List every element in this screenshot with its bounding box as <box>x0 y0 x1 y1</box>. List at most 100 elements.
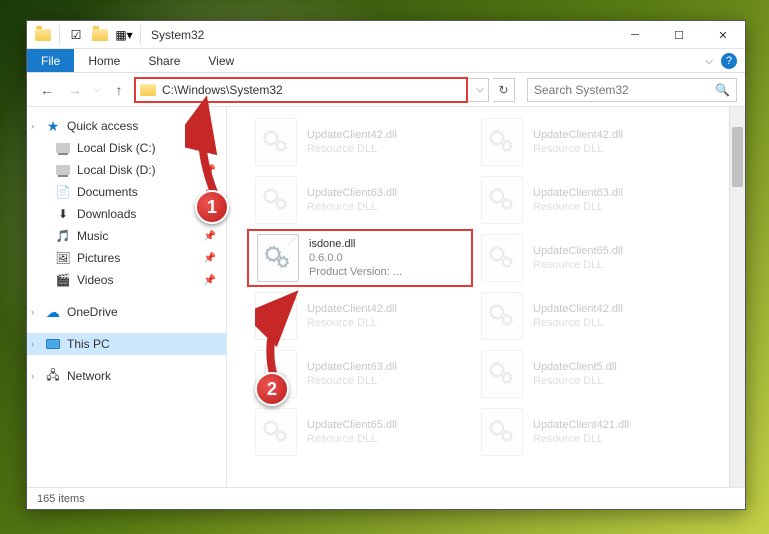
close-button[interactable]: ✕ <box>701 21 745 49</box>
sidebar-quick-access[interactable]: › ★ Quick access <box>27 115 226 137</box>
pictures-icon: 🖼 <box>55 250 71 266</box>
window-title: System32 <box>151 28 204 42</box>
file-type: Resource DLL <box>533 316 623 330</box>
search-box[interactable]: 🔍 <box>527 78 737 102</box>
file-name: UpdateClient65.dll <box>307 418 397 432</box>
file-info: UpdateClient5.dllResource DLL <box>533 360 617 389</box>
videos-icon: 🎬 <box>55 272 71 288</box>
file-name: UpdateClient65.dll <box>533 244 623 258</box>
properties-icon[interactable]: ☑ <box>66 25 86 45</box>
sidebar-item-music[interactable]: 🎵 Music 📌 <box>27 225 226 247</box>
back-button[interactable]: ← <box>35 78 59 102</box>
tab-share[interactable]: Share <box>134 49 194 72</box>
file-tile[interactable]: UpdateClient42.dllResource DLL <box>473 113 699 171</box>
dll-file-icon <box>255 176 297 224</box>
file-name: UpdateClient63.dll <box>533 186 623 200</box>
file-name: UpdateClient42.dll <box>533 302 623 316</box>
search-icon[interactable]: 🔍 <box>715 83 730 97</box>
documents-icon: 📄 <box>55 184 71 200</box>
chevron-right-icon[interactable]: › <box>31 371 34 381</box>
window-controls: ─ ☐ ✕ <box>613 21 745 49</box>
file-tile[interactable]: UpdateClient421.dllResource DLL <box>473 403 699 461</box>
address-bar[interactable]: C:\Windows\System32 ⌵ <box>135 78 489 102</box>
file-type: Resource DLL <box>307 432 397 446</box>
file-list[interactable]: UpdateClient42.dllResource DLLUpdateClie… <box>227 107 745 487</box>
file-info: UpdateClient421.dllResource DLL <box>533 418 629 447</box>
explorer-window: ☑ ▦▾ System32 ─ ☐ ✕ File Home Share View… <box>26 20 746 510</box>
file-product-version: Product Version: ... <box>309 265 402 279</box>
tab-view[interactable]: View <box>194 49 248 72</box>
file-type: Resource DLL <box>307 200 397 214</box>
sidebar-item-pictures[interactable]: 🖼 Pictures 📌 <box>27 247 226 269</box>
navigation-bar: ← → ⌵ ↑ C:\Windows\System32 ⌵ ↻ 🔍 <box>27 73 745 107</box>
pin-icon: 📌 <box>204 253 216 264</box>
sidebar-item-label: Downloads <box>77 207 136 221</box>
view-dropdown-icon[interactable]: ▦▾ <box>114 25 134 45</box>
scrollbar-thumb[interactable] <box>732 127 743 187</box>
sidebar-item-local-disk-c[interactable]: Local Disk (C:) 📌 <box>27 137 226 159</box>
sidebar-item-videos[interactable]: 🎬 Videos 📌 <box>27 269 226 291</box>
file-tile[interactable]: UpdateClient42.dllResource DLL <box>247 113 473 171</box>
sidebar-item-label: Videos <box>77 273 113 287</box>
dll-file-icon <box>255 292 297 340</box>
drive-icon <box>55 140 71 156</box>
file-name: UpdateClient63.dll <box>307 186 397 200</box>
file-tile-isdone[interactable]: isdone.dll0.6.0.0Product Version: ... <box>247 229 473 287</box>
search-input[interactable] <box>534 83 715 97</box>
pin-icon: 📌 <box>204 275 216 286</box>
file-name: isdone.dll <box>309 237 402 251</box>
music-icon: 🎵 <box>55 228 71 244</box>
sidebar-onedrive[interactable]: › ☁ OneDrive <box>27 301 226 323</box>
network-icon: 🖧 <box>45 368 61 384</box>
file-info: UpdateClient42.dllResource DLL <box>533 128 623 157</box>
recent-dropdown[interactable]: ⌵ <box>91 78 103 102</box>
address-path[interactable]: C:\Windows\System32 <box>160 83 472 97</box>
quick-access-toolbar: ☑ ▦▾ <box>27 25 143 45</box>
annotation-badge-1: 1 <box>195 190 229 224</box>
file-info: UpdateClient63.dllResource DLL <box>307 186 397 215</box>
sidebar-item-label: Documents <box>77 185 138 199</box>
chevron-right-icon[interactable]: › <box>31 307 34 317</box>
sidebar-item-label: Local Disk (D:) <box>77 163 156 177</box>
dll-file-icon <box>481 292 523 340</box>
pin-icon: 📌 <box>204 231 216 242</box>
file-info: UpdateClient63.dllResource DLL <box>533 186 623 215</box>
file-info: UpdateClient63.dllResource DLL <box>307 360 397 389</box>
cloud-icon: ☁ <box>45 304 61 320</box>
folder-icon <box>140 84 156 96</box>
file-tile[interactable]: UpdateClient42.dllResource DLL <box>247 287 473 345</box>
file-tile[interactable]: UpdateClient65.dllResource DLL <box>247 403 473 461</box>
forward-button[interactable]: → <box>63 78 87 102</box>
dll-file-icon <box>257 234 299 282</box>
file-tile[interactable]: UpdateClient63.dllResource DLL <box>473 171 699 229</box>
file-name: UpdateClient421.dll <box>533 418 629 432</box>
vertical-scrollbar[interactable] <box>729 107 745 487</box>
sidebar-item-local-disk-d[interactable]: Local Disk (D:) 📌 <box>27 159 226 181</box>
file-name: UpdateClient63.dll <box>307 360 397 374</box>
sidebar-item-label: Local Disk (C:) <box>77 141 156 155</box>
sidebar-this-pc[interactable]: › This PC <box>27 333 226 355</box>
tab-file[interactable]: File <box>27 49 74 72</box>
computer-icon <box>45 336 61 352</box>
file-tile[interactable]: UpdateClient5.dllResource DLL <box>473 345 699 403</box>
sidebar-network[interactable]: › 🖧 Network <box>27 365 226 387</box>
minimize-button[interactable]: ─ <box>613 21 657 49</box>
drive-icon <box>55 162 71 178</box>
file-tile[interactable]: UpdateClient65.dllResource DLL <box>473 229 699 287</box>
refresh-button[interactable]: ↻ <box>493 78 515 102</box>
file-type: Resource DLL <box>307 374 397 388</box>
help-icon[interactable]: ? <box>721 53 737 69</box>
chevron-right-icon[interactable]: › <box>31 339 34 349</box>
new-folder-icon[interactable] <box>90 25 110 45</box>
file-tile[interactable]: UpdateClient42.dllResource DLL <box>473 287 699 345</box>
up-button[interactable]: ↑ <box>107 78 131 102</box>
address-dropdown-icon[interactable]: ⌵ <box>472 84 488 95</box>
chevron-right-icon[interactable]: › <box>31 121 34 131</box>
dll-file-icon <box>481 234 523 282</box>
folder-icon[interactable] <box>33 25 53 45</box>
item-count: 165 items <box>37 493 85 505</box>
tab-home[interactable]: Home <box>74 49 134 72</box>
maximize-button[interactable]: ☐ <box>657 21 701 49</box>
ribbon-expand-icon[interactable]: ⌵ <box>705 56 713 67</box>
file-tile[interactable]: UpdateClient63.dllResource DLL <box>247 171 473 229</box>
